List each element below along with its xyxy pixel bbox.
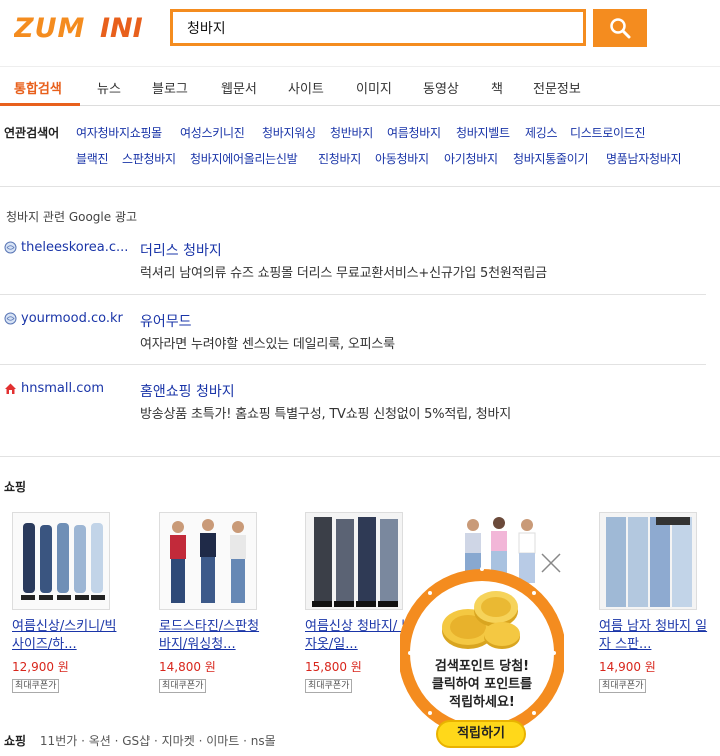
related-link[interactable]: 아기청바지 bbox=[444, 150, 498, 167]
related-link[interactable]: 스판청바지 bbox=[122, 150, 176, 167]
ads-title: 청바지 관련 Google 광고 bbox=[6, 210, 138, 224]
ad-headline[interactable]: 유어무드 bbox=[140, 311, 192, 331]
related-link[interactable]: 여성스키니진 bbox=[180, 124, 245, 141]
close-icon[interactable] bbox=[538, 550, 564, 576]
related-link[interactable]: 블랙진 bbox=[76, 150, 109, 167]
product-card[interactable]: 여름 남자 청바지 일자 스판... 14,900 원 최대쿠폰가 bbox=[599, 512, 719, 693]
save-points-button[interactable]: 적립하기 bbox=[436, 720, 526, 748]
product-image[interactable] bbox=[599, 512, 697, 610]
home-icon bbox=[5, 383, 16, 394]
product-image[interactable] bbox=[159, 512, 257, 610]
coupon-badge: 최대쿠폰가 bbox=[305, 679, 353, 693]
search-icon bbox=[610, 18, 631, 39]
divider bbox=[0, 364, 706, 365]
popup-message: 검색포인트 당첨! 클릭하여 포인트를 적립하세요! bbox=[412, 658, 552, 712]
ad-description: 여자라면 누려야할 센스있는 데일리룩, 오피스룩 bbox=[140, 337, 395, 352]
product-card[interactable]: 여름신상/스키니/빅사이즈/하... 12,900 원 최대쿠폰가 bbox=[12, 512, 132, 693]
ad-domain-text: hnsmall.com bbox=[21, 381, 105, 396]
shopping-footer-label: 쇼핑 bbox=[4, 734, 27, 748]
ad-domain[interactable]: theleeskorea.c... bbox=[4, 240, 128, 255]
tab-integrated[interactable]: 통합검색 bbox=[14, 78, 62, 97]
coupon-badge: 최대쿠폰가 bbox=[159, 679, 207, 693]
product-price: 14,800 원 bbox=[159, 660, 216, 674]
divider bbox=[0, 186, 720, 187]
ad-domain[interactable]: yourmood.co.kr bbox=[4, 311, 123, 326]
svg-text:ZUM: ZUM bbox=[14, 13, 85, 42]
product-price: 14,900 원 bbox=[599, 660, 656, 674]
tab-book[interactable]: 책 bbox=[491, 78, 503, 97]
search-tabs: 통합검색 뉴스 블로그 웹문서 사이트 이미지 동영상 책 전문정보 bbox=[0, 66, 720, 106]
product-card[interactable]: 로드스타진/스판청바지/워싱청... 14,800 원 최대쿠폰가 bbox=[159, 512, 279, 693]
tab-site[interactable]: 사이트 bbox=[288, 78, 324, 97]
ad-headline[interactable]: 더리스 청바지 bbox=[140, 240, 222, 260]
popup-line: 적립하세요! bbox=[449, 695, 515, 710]
ad-headline[interactable]: 홈앤쇼핑 청바지 bbox=[140, 381, 235, 401]
tab-video[interactable]: 동영상 bbox=[423, 78, 459, 97]
tab-expert[interactable]: 전문정보 bbox=[533, 78, 581, 97]
shopping-title: 쇼핑 bbox=[4, 480, 27, 494]
shopping-footer: 쇼핑 11번가 · 옥션 · GS샵 · 지마켓 · 이마트 · ns몰 bbox=[4, 732, 276, 749]
related-link[interactable]: 청바지벨트 bbox=[456, 124, 510, 141]
shopping-store-links[interactable]: 11번가 · 옥션 · GS샵 · 지마켓 · 이마트 · ns몰 bbox=[40, 734, 276, 748]
related-link[interactable]: 명품남자청바지 bbox=[606, 150, 681, 167]
related-link[interactable]: 여자청바지쇼핑몰 bbox=[76, 124, 162, 141]
related-link[interactable]: 아동청바지 bbox=[375, 150, 429, 167]
popup-line: 검색포인트 당첨! bbox=[434, 659, 530, 674]
tab-news[interactable]: 뉴스 bbox=[97, 78, 121, 97]
ad-domain-text: yourmood.co.kr bbox=[21, 311, 123, 326]
search-box[interactable] bbox=[170, 9, 586, 46]
product-image[interactable] bbox=[305, 512, 403, 610]
coupon-badge: 최대쿠폰가 bbox=[599, 679, 647, 693]
ad-description: 럭셔리 남여의류 슈즈 쇼핑몰 더리스 무료교환서비스+신규가입 5천원적립금 bbox=[140, 266, 547, 281]
related-link[interactable]: 진청바지 bbox=[318, 150, 361, 167]
related-link[interactable]: 청반바지 bbox=[330, 124, 373, 141]
globe-icon bbox=[4, 241, 17, 254]
header: ZUM INI bbox=[0, 0, 720, 62]
related-link[interactable]: 청바지에어올리는신발 bbox=[190, 150, 298, 167]
svg-text:INI: INI bbox=[100, 13, 143, 42]
search-button[interactable] bbox=[593, 9, 647, 47]
product-name[interactable]: 여름 남자 청바지 일자 스판... bbox=[599, 618, 711, 654]
product-image[interactable] bbox=[12, 512, 110, 610]
tab-image[interactable]: 이미지 bbox=[356, 78, 392, 97]
ad-domain[interactable]: hnsmall.com bbox=[4, 381, 104, 396]
related-title: 연관검색어 bbox=[4, 126, 60, 140]
related-link[interactable]: 디스트로이드진 bbox=[570, 124, 645, 141]
tab-blog[interactable]: 블로그 bbox=[152, 78, 188, 97]
product-price: 12,900 원 bbox=[12, 660, 69, 674]
ad-domain-text: theleeskorea.c... bbox=[21, 240, 129, 255]
search-input[interactable] bbox=[173, 12, 583, 43]
zum-logo[interactable]: ZUM INI bbox=[14, 12, 160, 42]
related-link[interactable]: 여름청바지 bbox=[387, 124, 441, 141]
active-tab-indicator bbox=[0, 103, 80, 106]
product-name[interactable]: 여름신상/스키니/빅사이즈/하... bbox=[12, 618, 124, 654]
ad-description: 방송상품 초특가! 홈쇼핑 특별구성, TV쇼핑 신청없이 5%적립, 청바지 bbox=[140, 407, 512, 422]
tab-webdoc[interactable]: 웹문서 bbox=[221, 78, 257, 97]
coupon-badge: 최대쿠폰가 bbox=[12, 679, 60, 693]
related-link[interactable]: 제깅스 bbox=[525, 124, 558, 141]
popup-line: 클릭하여 포인트를 bbox=[431, 677, 533, 692]
related-link[interactable]: 청바지통줄이기 bbox=[513, 150, 588, 167]
globe-icon bbox=[4, 312, 17, 325]
divider bbox=[0, 294, 706, 295]
product-name[interactable]: 로드스타진/스판청바지/워싱청... bbox=[159, 618, 271, 654]
related-link[interactable]: 청바지워싱 bbox=[262, 124, 316, 141]
divider bbox=[0, 456, 720, 457]
